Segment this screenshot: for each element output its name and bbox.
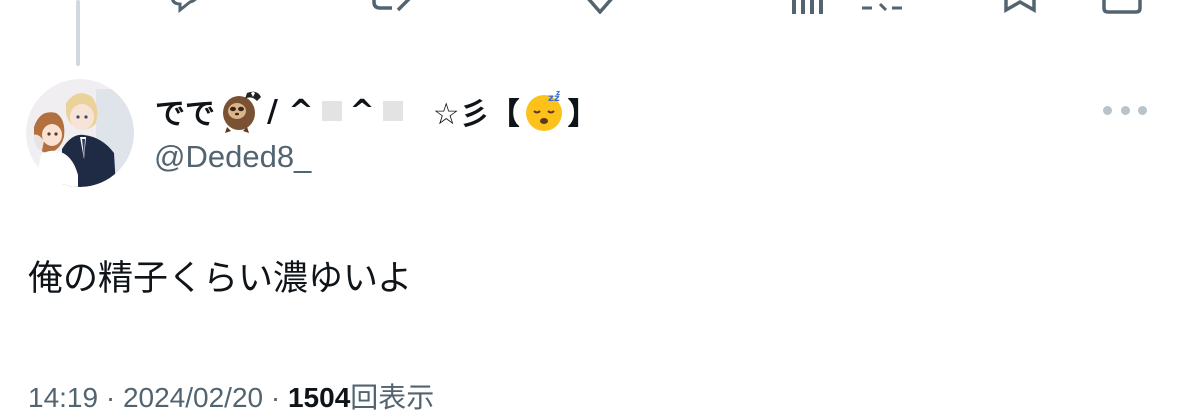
unrendered-glyph-box <box>382 101 403 121</box>
tweet-text: 俺の精子くらい濃ゆいよ <box>28 259 413 299</box>
display-name-mid-1: / ^ <box>267 93 314 129</box>
share-icon[interactable] <box>1100 0 1144 14</box>
views-count-cropped <box>862 2 902 12</box>
display-name-close: 】 <box>567 97 598 132</box>
retweet-icon[interactable] <box>370 0 420 14</box>
bookmark-icon[interactable] <box>1002 0 1038 14</box>
sleeping-face-emoji-icon: zz z <box>525 89 562 131</box>
more-icon[interactable] <box>1103 100 1147 120</box>
action-bar <box>0 0 1177 14</box>
svg-text:z: z <box>556 89 560 97</box>
views-icon[interactable] <box>790 0 830 14</box>
views-label: 回表示 <box>350 382 435 413</box>
tweet-meta: 14:19 · 2024/02/20 · 1504回表示 <box>28 376 434 416</box>
sloth-emoji-icon <box>223 91 261 133</box>
thread-connector-line <box>76 0 80 66</box>
like-icon[interactable] <box>584 0 618 14</box>
avatar-image <box>26 79 134 187</box>
display-name[interactable]: でで / ^ ^ ☆彡【 zz z 】 <box>155 86 598 136</box>
reply-icon[interactable] <box>168 0 202 14</box>
unrendered-glyph-box <box>321 101 342 121</box>
user-handle[interactable]: @Deded8_ <box>154 139 311 175</box>
display-name-prefix: でで <box>155 97 215 132</box>
views-count: 1504 <box>287 382 351 413</box>
display-name-star: ☆彡【 <box>432 97 520 132</box>
display-name-mid-2: ^ <box>349 93 375 129</box>
tweet-timestamp[interactable]: 14:19 · 2024/02/20 · <box>28 382 288 413</box>
avatar[interactable] <box>26 79 134 187</box>
